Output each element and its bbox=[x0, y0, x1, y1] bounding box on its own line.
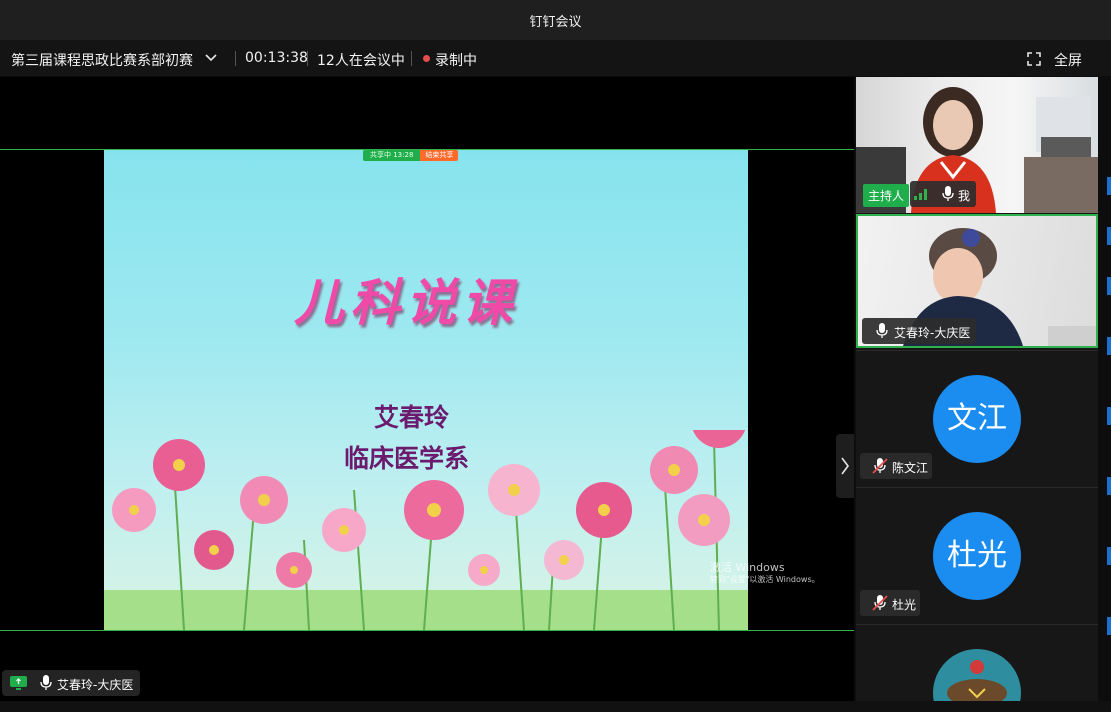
participant-tile-active-speaker[interactable]: 艾春玲-大庆医 bbox=[856, 214, 1098, 348]
fullscreen-icon[interactable] bbox=[1027, 52, 1041, 66]
participant-name: 我 bbox=[958, 189, 971, 203]
next-page-button[interactable] bbox=[836, 434, 854, 498]
fullscreen-button[interactable]: 全屏 bbox=[1054, 50, 1082, 70]
participant-tile[interactable]: 杜光 杜光 bbox=[856, 487, 1098, 623]
divider bbox=[235, 51, 236, 66]
bottom-edge bbox=[0, 701, 1111, 712]
screen-share-icon bbox=[10, 676, 27, 690]
participant-tile[interactable] bbox=[856, 624, 1098, 707]
main-stage: 共享中 13:28 结束共享 儿科说课 艾春玲 临床医学系 激活 Windows… bbox=[0, 77, 854, 701]
title-bar: 钉钉会议 bbox=[0, 0, 1111, 40]
signal-icon bbox=[914, 189, 927, 200]
edge-marker bbox=[1107, 477, 1111, 495]
meeting-window: 钉钉会议 第三届课程思政比赛系部初赛 00:13:38 12人在会议中 录制中 … bbox=[0, 0, 1111, 712]
participant-name: 陈文江 bbox=[892, 461, 929, 475]
scroll-edge bbox=[1098, 77, 1111, 707]
shared-slide: 共享中 13:28 结束共享 儿科说课 艾春玲 临床医学系 bbox=[104, 150, 748, 630]
watermark-line-2: 转到"设置"以激活 Windows。 bbox=[710, 575, 820, 584]
watermark-line-1: 激活 Windows bbox=[710, 561, 785, 574]
edge-marker bbox=[1107, 407, 1111, 425]
edge-marker bbox=[1107, 277, 1111, 295]
participant-name: 杜光 bbox=[892, 598, 917, 612]
participant-name-tag: 我 bbox=[910, 181, 976, 207]
slide-title: 儿科说课 bbox=[294, 273, 518, 332]
mic-muted-icon[interactable] bbox=[872, 458, 888, 474]
edge-marker bbox=[1107, 177, 1111, 195]
participant-tile[interactable]: 主持人 我 bbox=[856, 77, 1098, 213]
presenter-tag: 艾春玲-大庆医 bbox=[2, 670, 140, 696]
mic-muted-icon[interactable] bbox=[872, 595, 888, 611]
chevron-right-icon bbox=[841, 457, 849, 475]
recording-status[interactable]: 录制中 bbox=[435, 50, 477, 70]
edge-marker bbox=[1107, 337, 1111, 355]
edge-marker bbox=[1107, 617, 1111, 635]
divider bbox=[307, 51, 308, 66]
meeting-timer: 00:13:38 bbox=[245, 50, 308, 66]
microphone-icon[interactable] bbox=[942, 186, 954, 202]
edge-marker bbox=[1107, 547, 1111, 565]
meeting-info-bar: 第三届课程思政比赛系部初赛 00:13:38 12人在会议中 录制中 全屏 bbox=[0, 40, 1111, 76]
participant-name-tag: 陈文江 bbox=[860, 453, 932, 479]
avatar-image bbox=[933, 649, 1021, 707]
participant-name-tag: 杜光 bbox=[860, 590, 920, 616]
presenter-name: 艾春玲-大庆医 bbox=[57, 678, 134, 692]
participant-name: 艾春玲-大庆医 bbox=[894, 326, 971, 340]
microphone-icon bbox=[40, 675, 52, 690]
participant-tile[interactable]: 文江 陈文江 bbox=[856, 350, 1098, 486]
window-title: 钉钉会议 bbox=[529, 15, 582, 30]
avatar: 杜光 bbox=[933, 512, 1021, 600]
windows-activation-watermark: 激活 Windows 转到"设置"以激活 Windows。 bbox=[710, 562, 820, 586]
share-status-text: 共享中 13:28 bbox=[363, 150, 421, 161]
participant-count[interactable]: 12人在会议中 bbox=[317, 50, 405, 70]
slide-presenter: 艾春玲 bbox=[374, 403, 450, 432]
participant-sidebar: 主持人 我 艾春玲-大庆医 文江 陈文江 杜光 杜光 bbox=[856, 77, 1098, 707]
meeting-title[interactable]: 第三届课程思政比赛系部初赛 bbox=[11, 50, 193, 70]
record-dot-icon bbox=[423, 55, 430, 62]
flower-decoration bbox=[104, 430, 748, 630]
stop-share-button[interactable]: 结束共享 bbox=[420, 150, 459, 161]
share-status-bar: 共享中 13:28 结束共享 bbox=[363, 150, 459, 161]
participant-name-tag: 艾春玲-大庆医 bbox=[862, 318, 976, 344]
microphone-icon[interactable] bbox=[876, 323, 888, 339]
chevron-down-icon[interactable] bbox=[204, 51, 218, 65]
host-badge: 主持人 bbox=[863, 184, 910, 207]
edge-marker bbox=[1107, 227, 1111, 245]
divider bbox=[411, 51, 412, 66]
avatar: 文江 bbox=[933, 375, 1021, 463]
